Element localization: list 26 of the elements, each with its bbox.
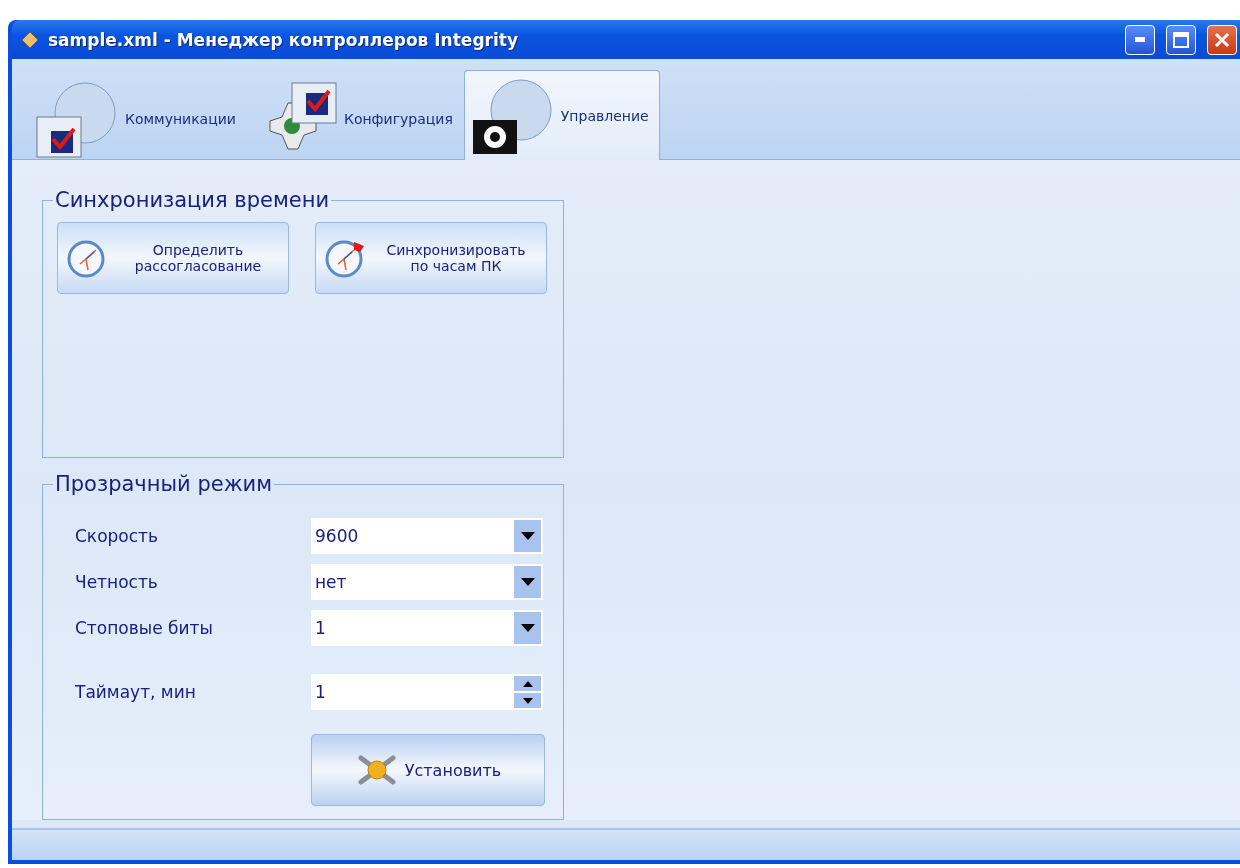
field-label: Скорость [75,526,159,546]
spin-up-icon[interactable] [514,676,541,691]
tab[interactable]: Коммуникации [28,76,247,160]
field-label: Четность [75,572,159,592]
window-title: sample.xml - Менеджер контроллеров Integrity [48,29,519,50]
dropdown-field[interactable]: нет [311,564,543,600]
apply-button[interactable]: Установить [311,734,545,806]
group-title: Прозрачный режим [54,472,274,496]
minimize-button[interactable] [1125,24,1155,55]
group-title: Синхронизация времени [54,188,331,212]
close-button[interactable] [1207,24,1237,55]
sync-button[interactable]: Определить рассогласование [57,222,289,294]
spin-down-icon[interactable] [514,693,541,708]
dropdown-field[interactable]: 1 [311,610,543,646]
minimize-icon [1135,37,1145,42]
tab[interactable]: Управление [463,70,660,160]
dropdown-field[interactable]: 9600 [311,518,543,554]
close-icon [1214,31,1230,48]
field-label: Стоповые биты [75,618,214,638]
maximize-icon [1173,31,1189,48]
tab[interactable]: Конфигурация [246,76,464,160]
spinner-field[interactable]: 1 [311,674,543,710]
app-icon [20,29,40,50]
sync-button[interactable]: Синхронизировать по часам ПК [315,222,547,294]
maximize-button[interactable] [1166,24,1196,55]
field-label: Таймаут, мин [75,682,197,702]
